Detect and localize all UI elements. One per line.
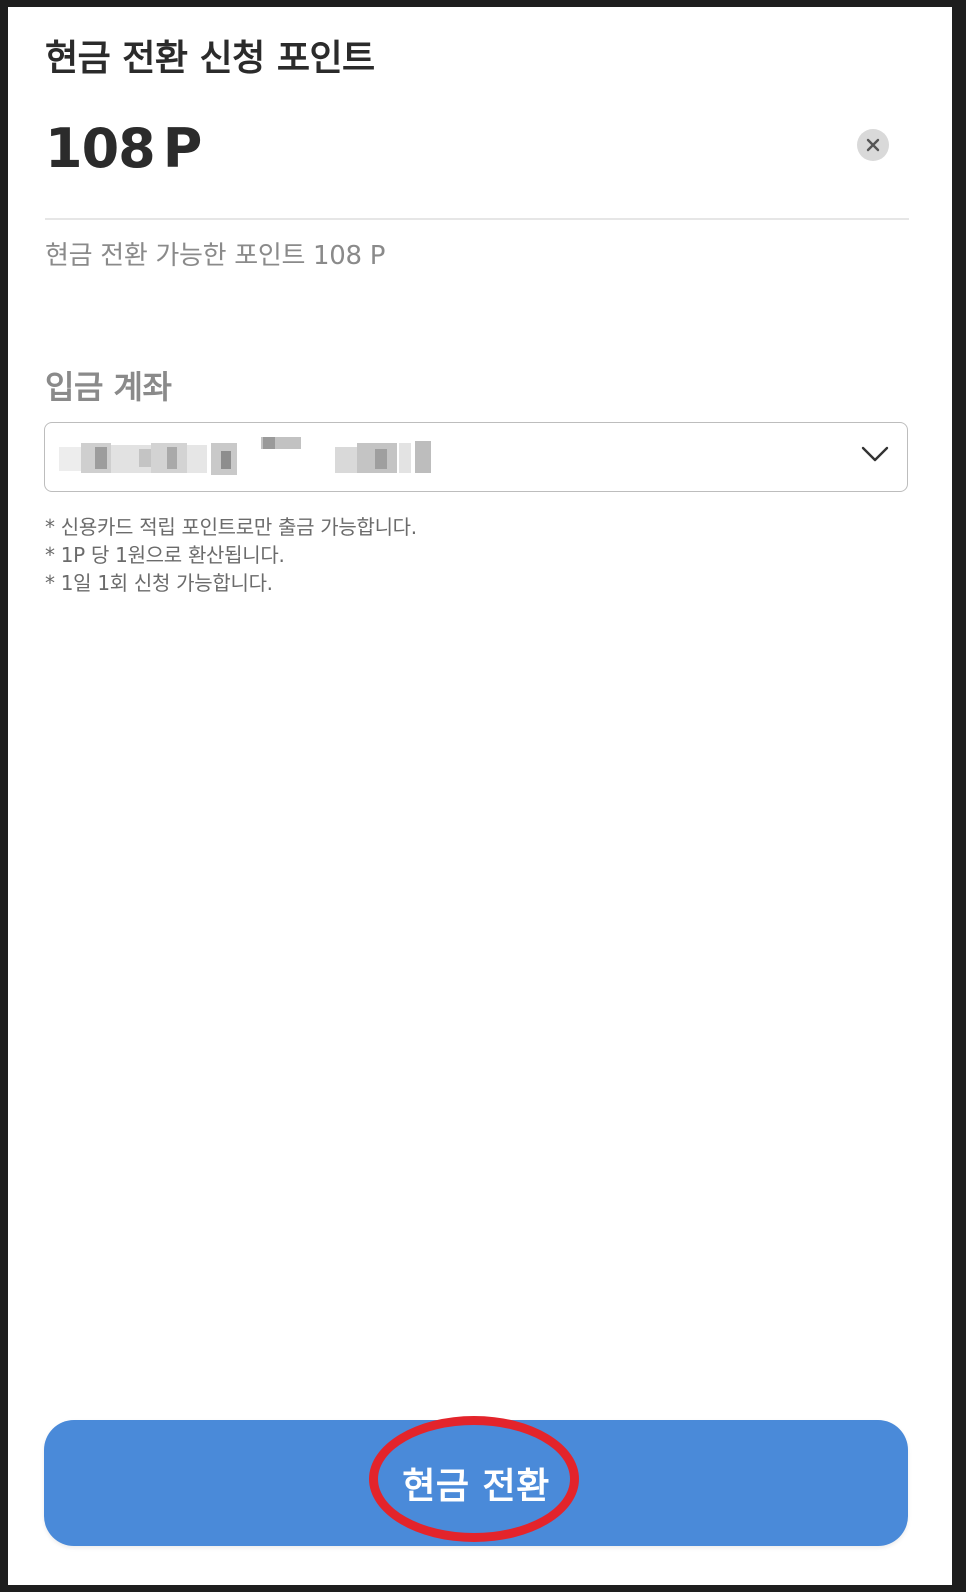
amount-value: 108 [45, 117, 156, 180]
notice-item: * 1P 당 1원으로 환산됩니다. [45, 543, 285, 567]
deposit-account-label: 입금 계좌 [45, 368, 172, 406]
available-points-text: 현금 전환 가능한 포인트 108 P [45, 241, 386, 271]
cash-convert-button[interactable]: 현금 전환 [44, 1420, 908, 1546]
amount-field[interactable]: 108 P [45, 117, 203, 180]
close-icon [866, 138, 880, 152]
section-title: 현금 전환 신청 포인트 [45, 38, 375, 79]
masked-account-value [59, 437, 431, 475]
amount-divider [45, 218, 909, 220]
cash-convert-button-label: 현금 전환 [402, 1466, 550, 1507]
notice-item: * 신용카드 적립 포인트로만 출금 가능합니다. [45, 515, 417, 539]
notice-item: * 1일 1회 신청 가능합니다. [45, 571, 273, 595]
cash-conversion-screen: 현금 전환 신청 포인트 108 P 현금 전환 가능한 포인트 108 P 입금… [8, 7, 952, 1585]
chevron-down-icon [861, 446, 889, 462]
deposit-account-select[interactable] [44, 422, 908, 492]
clear-amount-button[interactable] [857, 129, 889, 161]
amount-row: 108 P [45, 109, 909, 189]
notice-list: * 신용카드 적립 포인트로만 출금 가능합니다. * 1P 당 1원으로 환산… [45, 513, 417, 597]
amount-unit: P [162, 117, 203, 180]
